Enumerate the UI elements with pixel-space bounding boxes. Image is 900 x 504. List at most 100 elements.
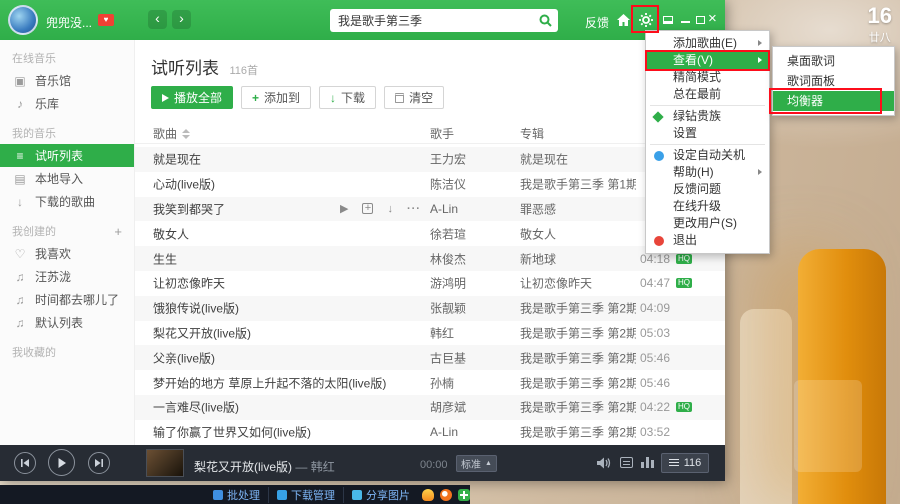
menu-item-view[interactable]: 查看(V): [646, 52, 769, 69]
song-album[interactable]: 让初恋像昨天: [520, 275, 636, 292]
song-artist[interactable]: 韩红: [430, 324, 512, 341]
taskbar-item-share-image[interactable]: 分享图片: [344, 487, 418, 503]
taskbar-item-batch[interactable]: 批处理: [205, 487, 269, 503]
row-download-icon[interactable]: ↓: [387, 203, 393, 215]
menu-item-settings[interactable]: 设置: [646, 125, 769, 142]
table-row[interactable]: 梦开始的地方 草原上升起不落的太阳(live版) 孙楠 我是歌手第三季 第2期 …: [135, 370, 725, 395]
feedback-link[interactable]: 反馈: [585, 14, 609, 31]
volume-icon[interactable]: [597, 457, 612, 469]
album-art-thumbnail[interactable]: [146, 449, 184, 477]
username[interactable]: 兜兜没...: [46, 14, 92, 31]
maximize-icon[interactable]: [696, 16, 705, 24]
add-playlist-button[interactable]: +: [114, 224, 122, 239]
song-album[interactable]: 就是现在: [520, 151, 636, 168]
song-album[interactable]: 我是歌手第三季 第2期: [520, 374, 636, 391]
song-album[interactable]: 新地球: [520, 250, 636, 267]
back-button[interactable]: ‹: [148, 10, 167, 29]
download-button[interactable]: ↓ 下载: [319, 86, 376, 109]
sidebar-item-listening-list[interactable]: ≡ 试听列表: [0, 144, 134, 167]
minimize-icon[interactable]: [681, 21, 690, 23]
song-artist[interactable]: 林俊杰: [430, 250, 512, 267]
song-artist[interactable]: 孙楠: [430, 374, 512, 391]
column-album[interactable]: 专辑: [520, 125, 544, 142]
menu-item-help[interactable]: 帮助(H): [646, 164, 769, 181]
sidebar-item-music-hall[interactable]: ▣ 音乐馆: [0, 69, 134, 92]
mini-mode-icon[interactable]: [663, 16, 673, 24]
search-input[interactable]: [338, 9, 530, 32]
sidebar-item-playlist-1[interactable]: ♫ 汪苏泷: [0, 265, 134, 288]
play-queue-button[interactable]: 116: [661, 453, 709, 473]
table-row[interactable]: 生生 林俊杰 新地球 04:18 HQ: [135, 246, 725, 271]
row-play-icon[interactable]: ▶: [340, 202, 348, 215]
song-artist[interactable]: 徐若瑄: [430, 225, 512, 242]
menu-item-exit[interactable]: 退出: [646, 232, 769, 249]
menu-item-compact-mode[interactable]: 精简模式: [646, 69, 769, 86]
forward-button[interactable]: ›: [172, 10, 191, 29]
menu-item-always-on-top[interactable]: 总在最前: [646, 86, 769, 103]
quality-selector[interactable]: 标准 ▲: [456, 455, 497, 472]
row-add-icon[interactable]: +: [362, 203, 373, 214]
table-row[interactable]: 梨花又开放(live版) 韩红 我是歌手第三季 第2期 05:03: [135, 321, 725, 346]
row-more-icon[interactable]: ···: [407, 203, 421, 215]
song-album[interactable]: 罪恶感: [520, 200, 636, 217]
taskbar-app-flame-icon[interactable]: [422, 489, 434, 501]
play-button[interactable]: [48, 449, 75, 476]
next-button[interactable]: [88, 452, 110, 474]
song-album[interactable]: 我是歌手第三季 第2期: [520, 349, 636, 366]
song-album[interactable]: 我是歌手第三季 第2期: [520, 300, 636, 317]
sidebar-item-library[interactable]: ♪ 乐库: [0, 92, 134, 115]
sidebar-item-favorites[interactable]: ♡ 我喜欢: [0, 242, 134, 265]
taskbar-app-plus-icon[interactable]: [458, 489, 470, 501]
song-artist[interactable]: A-Lin: [430, 425, 512, 439]
song-artist[interactable]: 王力宏: [430, 151, 512, 168]
table-row[interactable]: 饿狼传说(live版) 张靓颖 我是歌手第三季 第2期 04:09: [135, 296, 725, 321]
submenu-item-equalizer[interactable]: 均衡器: [773, 91, 894, 111]
song-artist[interactable]: 游鸿明: [430, 275, 512, 292]
equalizer-icon[interactable]: [641, 457, 654, 468]
table-row[interactable]: 敬女人 徐若瑄 敬女人: [135, 221, 725, 246]
table-row[interactable]: 就是现在 王力宏 就是现在: [135, 147, 725, 172]
table-row[interactable]: 输了你赢了世界又如何(live版) A-Lin 我是歌手第三季 第2期 03:5…: [135, 420, 725, 445]
song-artist[interactable]: 陈洁仪: [430, 176, 512, 193]
song-album[interactable]: 我是歌手第三季 第2期: [520, 324, 636, 341]
sort-icon[interactable]: [182, 129, 190, 139]
song-artist[interactable]: 张靓颖: [430, 300, 512, 317]
menu-item-switch-user[interactable]: 更改用户(S): [646, 215, 769, 232]
song-album[interactable]: 我是歌手第三季 第2期: [520, 399, 636, 416]
column-song[interactable]: 歌曲: [153, 125, 190, 142]
menu-item-green-diamond[interactable]: 绿钻贵族: [646, 108, 769, 125]
lyrics-panel-icon[interactable]: [620, 457, 633, 468]
sidebar-item-playlist-2[interactable]: ♫ 时间都去哪儿了: [0, 288, 134, 311]
home-icon[interactable]: [616, 13, 631, 27]
menu-item-feedback[interactable]: 反馈问题: [646, 181, 769, 198]
clear-button[interactable]: 清空: [384, 86, 444, 109]
search-icon[interactable]: [539, 14, 552, 27]
table-row-hovered[interactable]: 我笑到都哭了 ▶ + ↓ ··· A-Lin 罪恶感: [135, 197, 725, 222]
song-album[interactable]: 敬女人: [520, 225, 636, 242]
taskbar-app-browser-icon[interactable]: [440, 489, 452, 501]
track-artist[interactable]: 韩红: [311, 460, 335, 474]
submenu-item-desktop-lyrics[interactable]: 桌面歌词: [773, 51, 894, 71]
sidebar-item-local-import[interactable]: ▤ 本地导入: [0, 167, 134, 190]
table-row[interactable]: 让初恋像昨天 游鸿明 让初恋像昨天 04:47 HQ: [135, 271, 725, 296]
table-row[interactable]: 父亲(live版) 古巨基 我是歌手第三季 第2期 05:46: [135, 345, 725, 370]
previous-button[interactable]: [14, 452, 36, 474]
song-album[interactable]: 我是歌手第三季 第1期: [520, 176, 636, 193]
sidebar-item-downloaded[interactable]: ↓ 下载的歌曲: [0, 190, 134, 213]
column-artist[interactable]: 歌手: [430, 125, 454, 142]
close-icon[interactable]: ×: [708, 11, 717, 26]
song-artist[interactable]: 胡彦斌: [430, 399, 512, 416]
menu-item-online-upgrade[interactable]: 在线升级: [646, 198, 769, 215]
add-to-button[interactable]: + 添加到: [241, 86, 311, 109]
sidebar-item-default-list[interactable]: ♫ 默认列表: [0, 311, 134, 334]
user-avatar[interactable]: [8, 5, 38, 35]
song-album[interactable]: 我是歌手第三季 第2期: [520, 424, 636, 441]
taskbar-item-download-manager[interactable]: 下载管理: [269, 487, 344, 503]
song-duration: 03:52: [640, 425, 670, 439]
table-row[interactable]: 一言难尽(live版) 胡彦斌 我是歌手第三季 第2期 04:22 HQ: [135, 395, 725, 420]
menu-item-auto-shutdown[interactable]: 设定自动关机: [646, 147, 769, 164]
table-row[interactable]: 心动(live版) 陈洁仪 我是歌手第三季 第1期: [135, 172, 725, 197]
song-artist[interactable]: 古巨基: [430, 349, 512, 366]
song-artist[interactable]: A-Lin: [430, 202, 512, 216]
play-all-button[interactable]: 播放全部: [151, 86, 233, 109]
